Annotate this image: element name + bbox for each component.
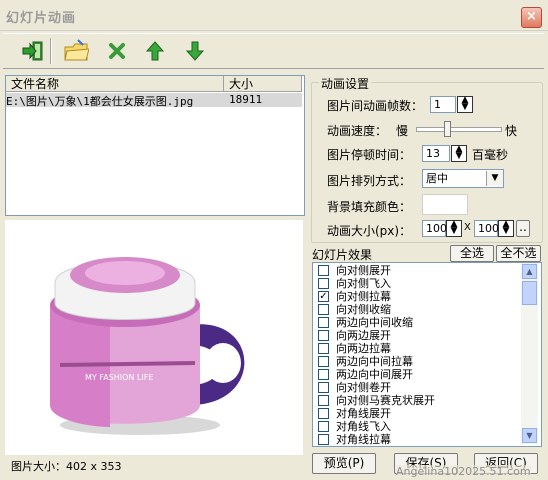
scroll-thumb[interactable] xyxy=(522,281,537,305)
window-title: 幻灯片动画 xyxy=(6,11,77,26)
effect-checkbox[interactable] xyxy=(318,434,329,445)
list-item[interactable]: 向对侧马赛克状展开 xyxy=(318,394,435,407)
exit-icon xyxy=(22,41,43,61)
frames-input[interactable]: 1 xyxy=(430,96,456,113)
file-size-cell: 18911 xyxy=(229,93,263,106)
scroll-up-icon[interactable]: ▲ xyxy=(522,264,537,279)
effect-checkbox[interactable] xyxy=(318,330,329,341)
speed-slider-track[interactable] xyxy=(416,127,502,132)
size-x-separator: X xyxy=(464,222,471,233)
list-item[interactable]: ✓ 向对侧拉幕 xyxy=(318,290,391,303)
mug-image: MY FASHION LIFE xyxy=(50,257,245,435)
effect-label: 向对侧收缩 xyxy=(336,303,391,316)
exit-button[interactable] xyxy=(20,38,46,64)
effect-checkbox[interactable] xyxy=(318,278,329,289)
effect-label: 向两边展开 xyxy=(336,329,391,342)
effect-checkbox[interactable] xyxy=(318,304,329,315)
size-more-button[interactable]: .. xyxy=(516,220,530,237)
open-folder-icon xyxy=(64,39,89,61)
pause-label: 图片停顿时间： xyxy=(327,148,412,162)
anim-settings-title: 动画设置 xyxy=(319,75,372,92)
column-header-size[interactable]: 大小 xyxy=(224,76,302,92)
file-name-cell: E:\图片\万象\1都会仕女展示图.jpg xyxy=(6,95,194,108)
frames-spinner[interactable]: ▲ ▼ xyxy=(457,96,473,113)
column-header-name[interactable]: 文件名称 xyxy=(6,76,224,92)
effect-label: 对角线飞入 xyxy=(336,420,391,433)
effect-label: 对角线展开 xyxy=(336,407,391,420)
effect-checkbox[interactable] xyxy=(318,265,329,276)
list-item[interactable]: 向两边展开 xyxy=(318,329,391,342)
effect-checkbox[interactable] xyxy=(318,356,329,367)
effect-checkbox[interactable] xyxy=(318,408,329,419)
pause-spinner[interactable]: ▲ ▼ xyxy=(451,145,467,162)
speed-fast-label: 快 xyxy=(505,124,518,138)
list-item[interactable]: 两边向中间拉幕 xyxy=(318,355,413,368)
list-item[interactable]: 向对侧展开 xyxy=(318,264,391,277)
effect-checkbox[interactable] xyxy=(318,343,329,354)
preview-button[interactable]: 预览(P) xyxy=(312,453,376,474)
list-item[interactable]: 对角线拉幕 xyxy=(318,433,391,446)
effect-checkbox[interactable] xyxy=(318,382,329,393)
open-button[interactable] xyxy=(63,38,89,64)
effect-label: 对角线拉幕 xyxy=(336,433,391,446)
effect-checkbox[interactable] xyxy=(318,421,329,432)
pause-unit: 百毫秒 xyxy=(472,148,509,162)
move-up-button[interactable] xyxy=(142,38,168,64)
chevron-down-icon[interactable]: ▼ xyxy=(486,171,503,186)
effect-label: 两边向中间展开 xyxy=(336,368,413,381)
list-item[interactable]: 两边向中间收缩 xyxy=(318,316,413,329)
speed-slow-label: 慢 xyxy=(396,124,409,138)
effect-label: 向两边拉幕 xyxy=(336,342,391,355)
list-item[interactable]: 对角线飞入 xyxy=(318,420,391,433)
toolbar-separator xyxy=(50,38,52,64)
frames-label: 图片间动画帧数： xyxy=(327,99,424,113)
height-spinner[interactable]: ▲ ▼ xyxy=(498,220,514,237)
effect-label: 向对侧卷开 xyxy=(336,381,391,394)
effect-label: 向对侧拉幕 xyxy=(336,290,391,303)
effect-label: 向对侧飞入 xyxy=(336,277,391,290)
size-label: 动画大小(px)： xyxy=(327,224,412,238)
pause-input[interactable]: 13 xyxy=(422,145,450,162)
effect-checkbox[interactable] xyxy=(318,317,329,328)
title-bar xyxy=(0,0,548,31)
effect-checkbox[interactable]: ✓ xyxy=(318,291,329,302)
image-size-status: 图片大小：402 x 353 xyxy=(11,460,122,473)
move-down-button[interactable] xyxy=(182,38,208,64)
effect-label: 两边向中间拉幕 xyxy=(336,355,413,368)
width-input[interactable]: 100 xyxy=(422,220,447,237)
speed-slider-thumb[interactable] xyxy=(444,121,451,137)
delete-button[interactable] xyxy=(104,38,130,64)
move-up-icon xyxy=(145,41,165,61)
list-item[interactable]: 两边向中间展开 xyxy=(318,368,413,381)
bg-color-label: 背景填充颜色： xyxy=(327,200,412,214)
scroll-down-icon[interactable]: ▼ xyxy=(522,428,537,443)
bg-color-swatch[interactable] xyxy=(422,194,468,215)
speed-label: 动画速度： xyxy=(327,124,388,138)
height-input[interactable]: 100 xyxy=(474,220,499,237)
effect-checkbox[interactable] xyxy=(318,395,329,406)
effects-title: 幻灯片效果 xyxy=(312,248,373,262)
list-item[interactable]: 对角线展开 xyxy=(318,407,391,420)
effect-label: 向对侧马赛克状展开 xyxy=(336,394,435,407)
arrange-label: 图片排列方式： xyxy=(327,174,412,188)
list-item[interactable]: 向对侧卷开 xyxy=(318,381,391,394)
mug-label: MY FASHION LIFE xyxy=(85,373,153,382)
select-none-button[interactable]: 全不选 xyxy=(496,245,541,262)
move-down-icon xyxy=(185,41,205,61)
effect-label: 两边向中间收缩 xyxy=(336,316,413,329)
list-item[interactable]: 向对侧收缩 xyxy=(318,303,391,316)
close-button[interactable]: × xyxy=(521,7,542,28)
list-item[interactable]: 向两边拉幕 xyxy=(318,342,391,355)
arrange-value: 居中 xyxy=(426,172,448,185)
effect-label: 向对侧展开 xyxy=(336,264,391,277)
width-spinner[interactable]: ▲ ▼ xyxy=(446,220,462,237)
watermark: Angelina102025.51.com xyxy=(396,465,531,478)
list-item[interactable]: 向对侧飞入 xyxy=(318,277,391,290)
select-all-button[interactable]: 全选 xyxy=(450,245,494,262)
delete-icon xyxy=(109,43,125,59)
effect-checkbox[interactable] xyxy=(318,369,329,380)
